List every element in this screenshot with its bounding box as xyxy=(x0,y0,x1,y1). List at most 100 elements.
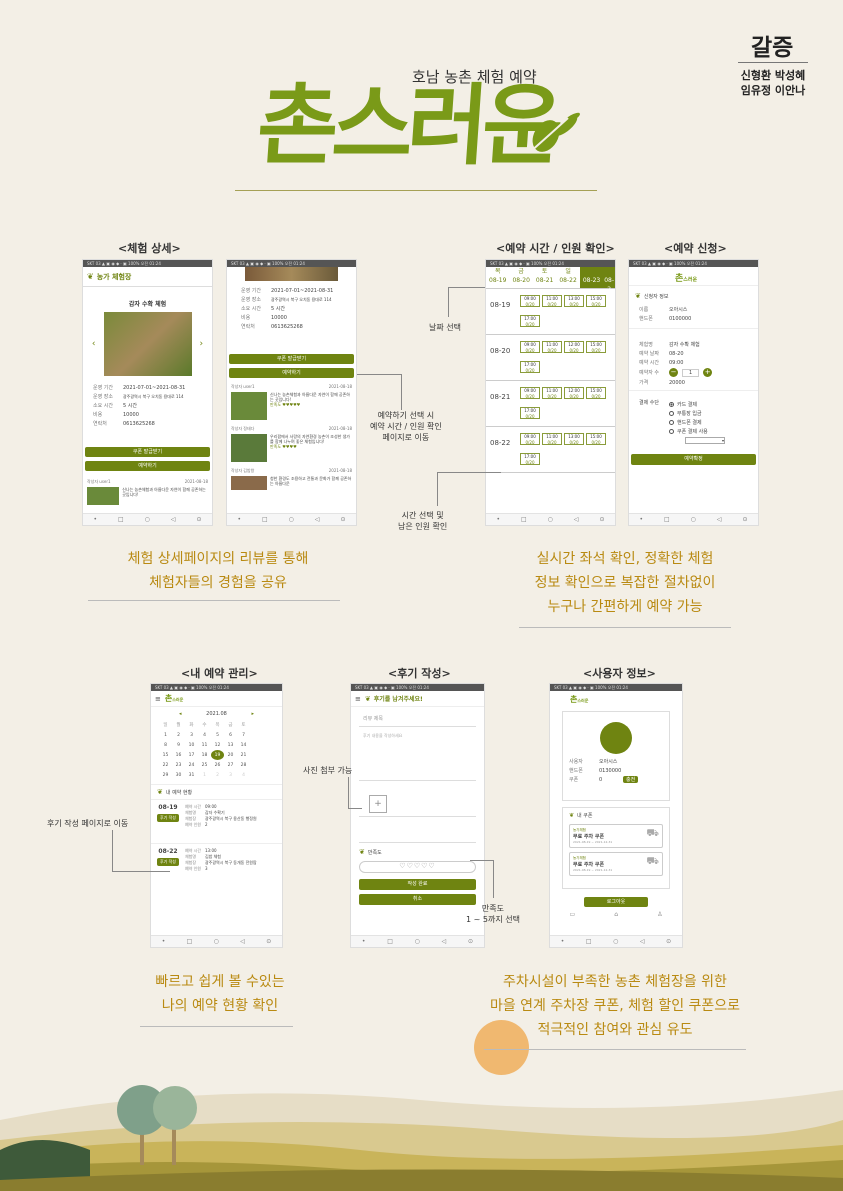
radio-icon[interactable] xyxy=(669,429,674,434)
time-slot[interactable]: 15:00 0/20 xyxy=(586,433,606,445)
time-slot[interactable]: 13:00 0/20 xyxy=(564,295,584,307)
menu-icon[interactable]: • xyxy=(496,516,500,523)
coupon-item[interactable]: 농가체험 무료 주차 쿠폰 2021-08-19 ~ 2021-12-31 ⛟ xyxy=(569,852,663,876)
calendar-day[interactable]: 6 xyxy=(224,730,237,740)
calendar-day[interactable]: 31 xyxy=(185,770,198,780)
time-slot[interactable]: 17:00 0/20 xyxy=(520,360,540,373)
calendar-day[interactable]: 28 xyxy=(237,760,250,770)
date-tab[interactable]: 08-2 xyxy=(603,276,615,294)
calendar-day[interactable]: 19 xyxy=(211,750,224,760)
calendar-day[interactable]: 18 xyxy=(198,750,211,760)
calendar-day[interactable]: 8 xyxy=(159,740,172,750)
calendar-day[interactable]: 20 xyxy=(224,750,237,760)
time-slot[interactable]: 11:00 0/20 xyxy=(542,341,562,353)
date-tab[interactable]: 08-22 xyxy=(556,276,579,285)
menu-icon[interactable]: • xyxy=(561,938,565,945)
calendar-day[interactable]: 30 xyxy=(172,770,185,780)
coupon-select[interactable]: ▾ xyxy=(685,437,725,444)
logout-button[interactable]: 로그아웃 xyxy=(584,897,648,907)
write-review-button[interactable]: 후기 작성 xyxy=(157,814,179,822)
reserve-button[interactable]: 예약하기 xyxy=(229,368,354,378)
coupon-button[interactable]: 쿠폰 발급받기 xyxy=(229,354,354,364)
pay-option[interactable]: 무통장 입금 xyxy=(677,410,702,417)
home-icon[interactable]: ○ xyxy=(145,516,150,523)
calendar-day[interactable]: 7 xyxy=(237,730,250,740)
back-icon[interactable]: ◁ xyxy=(717,516,722,523)
radio-icon[interactable] xyxy=(669,402,674,407)
calendar-day[interactable]: 23 xyxy=(172,760,185,770)
time-slot[interactable]: 09:00 0/20 xyxy=(520,387,540,399)
menu-icon[interactable]: • xyxy=(237,516,241,523)
chevron-right-icon[interactable]: › xyxy=(200,339,204,349)
time-slot[interactable]: 15:00 0/20 xyxy=(586,295,606,307)
calendar-day[interactable]: 24 xyxy=(185,760,198,770)
coupon-button[interactable]: 쿠폰 발급받기 xyxy=(85,447,210,457)
date-tab[interactable]: 08-19 xyxy=(486,276,509,285)
time-slot[interactable]: 12:00 0/20 xyxy=(564,341,584,353)
calendar-day[interactable]: 15 xyxy=(159,750,172,760)
write-review-button[interactable]: 후기 작성 xyxy=(157,858,179,866)
calendar-day[interactable]: 5 xyxy=(211,730,224,740)
recent-icon[interactable]: □ xyxy=(521,516,527,523)
menu-icon[interactable]: ≡ xyxy=(355,695,361,703)
minus-button[interactable]: − xyxy=(669,368,678,377)
home-icon[interactable]: ○ xyxy=(548,516,553,523)
calendar-day[interactable]: 3 xyxy=(224,770,237,780)
pay-option[interactable]: 쿠폰 결제 사용 xyxy=(677,428,708,435)
calendar-day[interactable]: 26 xyxy=(211,760,224,770)
add-photo-button[interactable]: + xyxy=(369,795,387,813)
calendar-day[interactable]: 21 xyxy=(237,750,250,760)
settings-icon[interactable]: ⊙ xyxy=(599,516,604,523)
time-slot[interactable]: 15:00 0/20 xyxy=(586,341,606,353)
calendar-day[interactable]: 4 xyxy=(237,770,250,780)
back-icon[interactable]: ◁ xyxy=(640,938,645,945)
menu-icon[interactable]: • xyxy=(362,938,366,945)
date-tab[interactable]: 08-20 xyxy=(509,276,532,285)
coupon-item[interactable]: 농가체험 무료 주차 쿠폰 2021-08-19 ~ 2021-12-31 ⛟ xyxy=(569,824,663,848)
calendar-day[interactable]: 1 xyxy=(159,730,172,740)
menu-icon[interactable]: • xyxy=(93,516,97,523)
time-slot[interactable]: 17:00 0/20 xyxy=(520,452,540,465)
calendar-day[interactable]: 3 xyxy=(185,730,198,740)
pay-option[interactable]: 핸드폰 결제 xyxy=(677,419,702,426)
submit-review-button[interactable]: 작성 완료 xyxy=(359,879,476,890)
back-icon[interactable]: ◁ xyxy=(574,516,579,523)
back-icon[interactable]: ◁ xyxy=(315,516,320,523)
card-icon[interactable]: ▭ xyxy=(570,911,576,918)
phone-field[interactable]: 0100000 xyxy=(669,316,691,322)
recent-icon[interactable]: □ xyxy=(586,938,592,945)
calendar-day[interactable]: 2 xyxy=(211,770,224,780)
name-field[interactable]: 오아시스 xyxy=(669,306,687,313)
back-icon[interactable]: ◁ xyxy=(240,938,245,945)
recent-icon[interactable]: □ xyxy=(387,938,393,945)
home-icon[interactable]: ○ xyxy=(613,938,618,945)
reservation-item[interactable]: 08-22 후기 작성 예약 시간 13:00 체험명 김밥 체험 체험장 광주광역시… xyxy=(151,843,282,877)
review-body-input[interactable]: 후기 내용을 작성하세요 xyxy=(359,729,476,781)
cancel-button[interactable]: 취소 xyxy=(359,894,476,905)
time-slot[interactable]: 11:00 0/20 xyxy=(542,433,562,445)
pay-option[interactable]: 카드 결제 xyxy=(677,401,697,408)
calendar-day[interactable]: 11 xyxy=(198,740,211,750)
calendar-day[interactable]: 22 xyxy=(159,760,172,770)
time-slot[interactable]: 09:00 0/20 xyxy=(520,341,540,353)
time-slot[interactable]: 09:00 0/20 xyxy=(520,433,540,445)
calendar-day[interactable]: 27 xyxy=(224,760,237,770)
time-slot[interactable]: 17:00 0/20 xyxy=(520,314,540,327)
settings-icon[interactable]: ⊙ xyxy=(468,938,473,945)
next-month-icon[interactable]: ▸ xyxy=(251,711,254,717)
date-tab-selected[interactable]: 08-23 xyxy=(580,276,603,285)
chevron-left-icon[interactable]: ‹ xyxy=(92,339,96,349)
time-slot[interactable]: 15:00 0/20 xyxy=(586,387,606,399)
settings-icon[interactable]: ⊙ xyxy=(340,516,345,523)
recent-icon[interactable]: □ xyxy=(262,516,268,523)
menu-icon[interactable]: • xyxy=(639,516,643,523)
home-icon[interactable]: ○ xyxy=(691,516,696,523)
time-slot[interactable]: 11:00 0/20 xyxy=(542,295,562,307)
user-icon[interactable]: ♙ xyxy=(657,911,662,918)
settings-icon[interactable]: ⊙ xyxy=(666,938,671,945)
calendar-day[interactable]: 13 xyxy=(224,740,237,750)
time-slot[interactable]: 09:00 0/20 xyxy=(520,295,540,307)
home-icon[interactable]: ○ xyxy=(289,516,294,523)
calendar-day[interactable]: 4 xyxy=(198,730,211,740)
back-icon[interactable]: ◁ xyxy=(171,516,176,523)
